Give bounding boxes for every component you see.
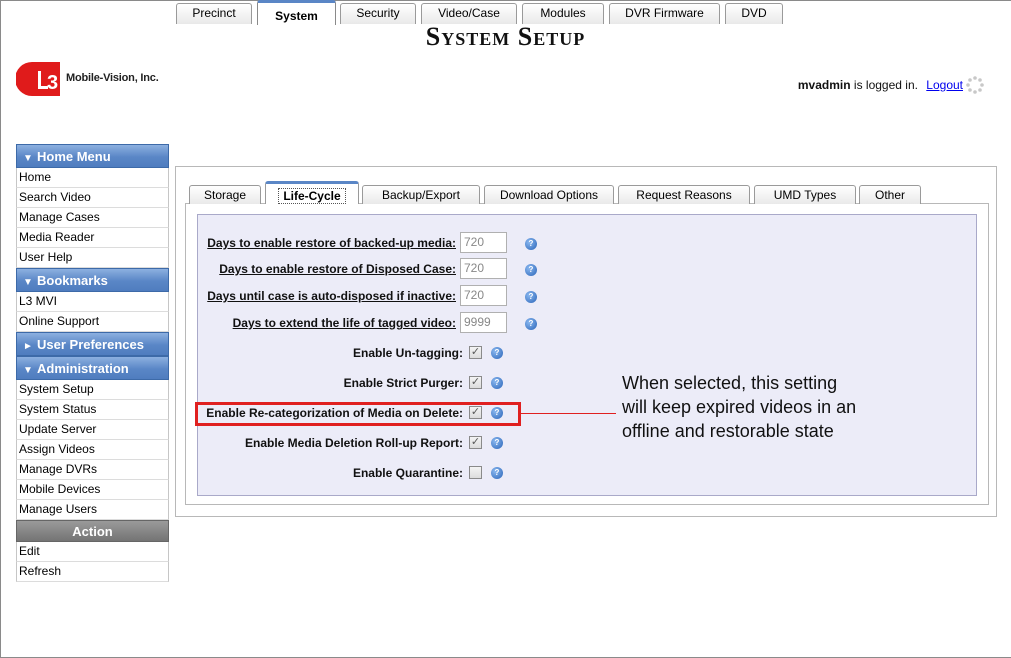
company-name: Mobile-Vision, Inc. [66, 72, 159, 84]
home-menu-header[interactable]: ▼ Home Menu [16, 144, 169, 168]
help-icon[interactable]: ? [491, 467, 503, 479]
user-preferences-header[interactable]: ► User Preferences [16, 332, 169, 356]
callout-line-2: will keep expired videos in an [622, 397, 857, 417]
loading-spinner-icon [966, 76, 984, 94]
subtab-life-cycle[interactable]: Life-Cycle [265, 181, 359, 204]
help-icon[interactable]: ? [491, 377, 503, 389]
help-icon[interactable]: ? [525, 264, 537, 276]
setting-auto-dispose: Days until case is auto-disposed if inac… [200, 287, 456, 307]
page-title: System Setup [425, 22, 586, 51]
sidebar-item-l3-mvi[interactable]: L3 MVI [16, 292, 169, 312]
setting-label: Enable Media Deletion Roll-up Report: [244, 436, 463, 450]
sidebar-item-media-reader[interactable]: Media Reader [16, 228, 169, 248]
logout-link[interactable]: Logout [926, 78, 963, 92]
help-icon[interactable]: ? [525, 238, 537, 250]
sidebar-item-user-help[interactable]: User Help [16, 248, 169, 268]
subtab-download-options[interactable]: Download Options [484, 185, 614, 204]
sidebar-item-home[interactable]: Home [16, 168, 169, 188]
sidebar-item-assign-videos[interactable]: Assign Videos [16, 440, 169, 460]
logged-user: mvadmin [797, 78, 851, 92]
login-status: mvadmin is logged in. Logout [798, 78, 963, 92]
logged-suffix: is logged in. [853, 78, 918, 92]
setting-label: Days to enable restore of backed-up medi… [207, 236, 456, 250]
callout-text: When selected, this setting will keep ex… [622, 371, 922, 443]
subtab-umd-types[interactable]: UMD Types [754, 185, 856, 204]
restore-disposed-input[interactable]: 720 [460, 258, 507, 279]
collapsed-arrow-icon: ► [23, 341, 33, 352]
setting-label: Days to enable restore of Disposed Case: [219, 262, 456, 276]
sidebar-item-online-support[interactable]: Online Support [16, 312, 169, 332]
sidebar-item-search-video[interactable]: Search Video [16, 188, 169, 208]
tab-system[interactable]: System [257, 0, 336, 25]
sidebar-item-edit[interactable]: Edit [16, 542, 169, 562]
callout-line [521, 413, 616, 414]
subtab-other[interactable]: Other [859, 185, 921, 204]
setting-label: Days until case is auto-disposed if inac… [207, 289, 456, 303]
setting-label: Enable Quarantine: [352, 466, 463, 480]
tab-precinct[interactable]: Precinct [176, 3, 252, 24]
setting-extend-tagged: Days to extend the life of tagged video: [200, 314, 456, 334]
setting-strict-purger: Enable Strict Purger: [200, 374, 463, 394]
rollup-report-checkbox[interactable]: ✓ [469, 436, 482, 449]
tab-video-case[interactable]: Video/Case [421, 3, 517, 24]
strict-purger-checkbox[interactable]: ✓ [469, 376, 482, 389]
sidebar-item-system-setup[interactable]: System Setup [16, 380, 169, 400]
action-header: Action [16, 520, 169, 542]
setting-label: Enable Strict Purger: [343, 376, 463, 390]
tab-security[interactable]: Security [340, 3, 416, 24]
bookmarks-header[interactable]: ▼ Bookmarks [16, 268, 169, 292]
subtab-backup-export[interactable]: Backup/Export [362, 185, 480, 204]
restore-backed-up-input[interactable]: 720 [460, 232, 507, 253]
auto-dispose-input[interactable]: 720 [460, 285, 507, 306]
setting-label: Enable Un-tagging: [353, 346, 463, 360]
help-icon[interactable]: ? [491, 347, 503, 359]
l3-logo: 3 [16, 62, 60, 96]
tab-dvd[interactable]: DVD [725, 3, 783, 24]
highlight-box [195, 402, 521, 426]
help-icon[interactable]: ? [491, 437, 503, 449]
untagging-checkbox[interactable]: ✓ [469, 346, 482, 359]
administration-header[interactable]: ▼ Administration [16, 356, 169, 380]
setting-restore-backed-up: Days to enable restore of backed-up medi… [200, 234, 456, 254]
extend-tagged-input[interactable]: 9999 [460, 312, 507, 333]
sidebar-item-update-server[interactable]: Update Server [16, 420, 169, 440]
svg-text:3: 3 [47, 72, 58, 94]
sidebar-item-manage-dvrs[interactable]: Manage DVRs [16, 460, 169, 480]
tab-dvr-firmware[interactable]: DVR Firmware [609, 3, 720, 24]
callout-line-1: When selected, this setting [622, 373, 838, 393]
help-icon[interactable]: ? [525, 291, 537, 303]
help-icon[interactable]: ? [525, 318, 537, 330]
quarantine-checkbox[interactable] [469, 466, 482, 479]
sidebar: ▼ Home Menu Home Search Video Manage Case… [16, 144, 169, 582]
sidebar-item-manage-cases[interactable]: Manage Cases [16, 208, 169, 228]
sidebar-item-mobile-devices[interactable]: Mobile Devices [16, 480, 169, 500]
setting-untagging: Enable Un-tagging: [200, 344, 463, 364]
tab-modules[interactable]: Modules [522, 3, 604, 24]
subtab-request-reasons[interactable]: Request Reasons [618, 185, 750, 204]
setting-rollup-report: Enable Media Deletion Roll-up Report: [200, 434, 463, 454]
setting-restore-disposed: Days to enable restore of Disposed Case: [200, 260, 456, 280]
setting-label: Days to extend the life of tagged video: [232, 316, 456, 330]
sidebar-item-refresh[interactable]: Refresh [16, 562, 169, 582]
setting-quarantine: Enable Quarantine: [200, 464, 463, 484]
sidebar-item-manage-users[interactable]: Manage Users [16, 500, 169, 520]
callout-line-3: offline and restorable state [622, 421, 834, 441]
sidebar-item-system-status[interactable]: System Status [16, 400, 169, 420]
subtab-storage[interactable]: Storage [189, 185, 261, 204]
